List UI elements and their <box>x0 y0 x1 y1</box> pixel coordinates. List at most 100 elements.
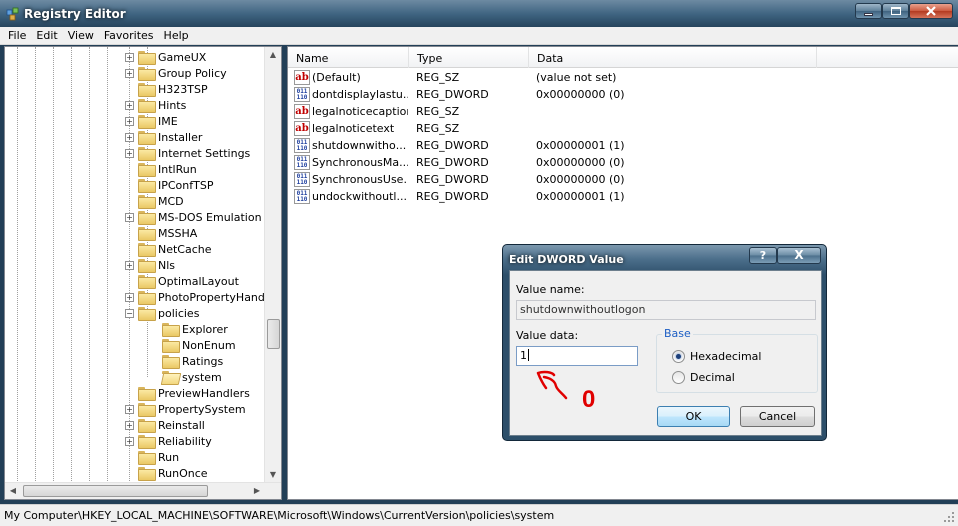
value-row[interactable]: 011 110 SynchronousMa... REG_DWORD 0x0000000… <box>288 154 958 171</box>
folder-icon <box>138 227 156 241</box>
expand-icon[interactable]: + <box>125 148 134 158</box>
scroll-left-arrow-icon[interactable]: ◀ <box>5 483 21 499</box>
tree-item[interactable]: PreviewHandlers <box>125 385 250 401</box>
tree-item-label: NonEnum <box>182 338 236 352</box>
column-header-type[interactable]: Type <box>409 47 529 68</box>
expander-placeholder <box>125 197 134 206</box>
tree-item[interactable]: + Reinstall <box>125 417 205 433</box>
dialog-title: Edit DWORD Value <box>509 253 624 266</box>
expand-icon[interactable]: + <box>125 212 134 222</box>
tree-item[interactable]: + PropertySystem <box>125 401 246 417</box>
cancel-button[interactable]: Cancel <box>740 406 815 427</box>
expand-icon[interactable]: + <box>125 68 134 78</box>
expand-icon[interactable]: + <box>125 292 134 302</box>
minimize-icon <box>864 12 873 16</box>
tree-item[interactable]: MCD <box>125 193 184 209</box>
expander-placeholder <box>149 373 158 382</box>
string-value-icon: ab <box>294 70 310 85</box>
dialog-close-button[interactable]: X <box>777 247 821 264</box>
tree-item[interactable]: Run <box>125 449 179 465</box>
red-arrow-annotation-icon <box>536 370 568 400</box>
column-header-data[interactable]: Data <box>529 47 817 68</box>
collapse-icon[interactable]: − <box>125 308 134 318</box>
tree-horizontal-scrollbar[interactable]: ◀ ▶ <box>5 482 281 499</box>
menu-favorites[interactable]: Favorites <box>100 29 158 42</box>
ok-button[interactable]: OK <box>657 406 730 427</box>
close-button[interactable] <box>909 3 953 19</box>
expander-placeholder <box>149 357 158 366</box>
tree-item[interactable]: + GameUX <box>125 49 206 65</box>
expand-icon[interactable]: + <box>125 404 134 414</box>
value-row[interactable]: 011 110 undockwithoutl... REG_DWORD 0x000000… <box>288 188 958 205</box>
tree-item[interactable]: Ratings <box>149 353 223 369</box>
expand-icon[interactable]: + <box>125 52 134 62</box>
expand-icon[interactable]: + <box>125 132 134 142</box>
tree-item[interactable]: MSSHA <box>125 225 197 241</box>
expander-placeholder <box>125 85 134 94</box>
tree-item[interactable]: + Internet Settings <box>125 145 250 161</box>
menu-bar: File Edit View Favorites Help <box>0 27 958 45</box>
scroll-right-arrow-icon[interactable]: ▶ <box>249 483 265 499</box>
menu-view[interactable]: View <box>64 29 98 42</box>
expand-icon[interactable]: + <box>125 260 134 270</box>
value-row[interactable]: ab legalnoticecaption REG_SZ <box>288 103 958 120</box>
hexadecimal-radio[interactable]: Hexadecimal <box>672 350 761 363</box>
expander-placeholder <box>125 469 134 478</box>
title-bar[interactable]: Registry Editor <box>0 0 958 29</box>
value-data-field[interactable]: 1 <box>516 346 638 366</box>
tree-item[interactable]: Explorer <box>149 321 228 337</box>
value-row[interactable]: ab legalnoticetext REG_SZ <box>288 120 958 137</box>
maximize-button[interactable] <box>882 3 909 19</box>
tree-item[interactable]: OptimalLayout <box>125 273 239 289</box>
tree-item-label: Hints <box>158 98 187 112</box>
value-name-field[interactable]: shutdownwithoutlogon <box>516 300 816 320</box>
tree-item[interactable]: + PhotoPropertyHand <box>125 289 265 305</box>
tree-item[interactable]: + Nls <box>125 257 175 273</box>
dword-value-icon: 011 110 <box>294 189 310 204</box>
menu-help[interactable]: Help <box>160 29 193 42</box>
tree-item[interactable]: + Installer <box>125 129 202 145</box>
tree-item[interactable]: RunOnce <box>125 465 208 481</box>
tree-item[interactable]: + Hints <box>125 97 186 113</box>
tree-item[interactable]: NonEnum <box>149 337 236 353</box>
tree-item[interactable]: + Reliability <box>125 433 212 449</box>
tree-item[interactable]: + MS-DOS Emulation <box>125 209 262 225</box>
tree-item-label: PropertySystem <box>158 402 246 416</box>
value-data-label: Value data: <box>516 329 579 342</box>
close-icon <box>926 6 936 16</box>
minimize-button[interactable] <box>855 3 882 19</box>
key-tree-pane[interactable]: + GameUX + Group Policy H323TSP + Hints + IME + In… <box>4 46 282 500</box>
expand-icon[interactable]: + <box>125 116 134 126</box>
tree-item[interactable]: H323TSP <box>125 81 208 97</box>
resize-grip-icon[interactable] <box>944 512 954 522</box>
tree-item[interactable]: IPConfTSP <box>125 177 213 193</box>
value-row[interactable]: ab (Default) REG_SZ (value not set) <box>288 69 958 86</box>
value-row[interactable]: 011 110 SynchronousUse... REG_DWORD 0x000000… <box>288 171 958 188</box>
tree-item[interactable]: − policies <box>125 305 199 321</box>
menu-file[interactable]: File <box>4 29 30 42</box>
tree-vertical-scrollbar[interactable]: ▲ ▼ <box>264 47 281 483</box>
tree-item[interactable]: NetCache <box>125 241 212 257</box>
menu-edit[interactable]: Edit <box>32 29 61 42</box>
column-header-name[interactable]: Name <box>288 47 409 68</box>
value-row[interactable]: 011 110 dontdisplaylastu... REG_DWORD 0x0000… <box>288 86 958 103</box>
tree-item[interactable]: system <box>149 369 222 385</box>
expand-icon[interactable]: + <box>125 436 134 446</box>
folder-icon <box>138 403 156 417</box>
folder-icon <box>138 115 156 129</box>
tree-item[interactable]: + IME <box>125 113 178 129</box>
value-row[interactable]: 011 110 shutdownwithо... REG_DWORD 0x0000000… <box>288 137 958 154</box>
tree-item[interactable]: + Group Policy <box>125 65 227 81</box>
scroll-up-arrow-icon[interactable]: ▲ <box>265 47 281 63</box>
value-type: REG_DWORD <box>416 173 489 186</box>
decimal-radio[interactable]: Decimal <box>672 371 735 384</box>
expand-icon[interactable]: + <box>125 100 134 110</box>
scroll-thumb[interactable] <box>267 319 280 349</box>
value-name: undockwithoutl... <box>312 190 407 203</box>
scroll-thumb[interactable] <box>23 485 208 497</box>
scroll-down-arrow-icon[interactable]: ▼ <box>265 467 281 483</box>
expander-placeholder <box>125 181 134 190</box>
help-button[interactable]: ? <box>749 247 777 264</box>
expand-icon[interactable]: + <box>125 420 134 430</box>
tree-item[interactable]: IntlRun <box>125 161 197 177</box>
